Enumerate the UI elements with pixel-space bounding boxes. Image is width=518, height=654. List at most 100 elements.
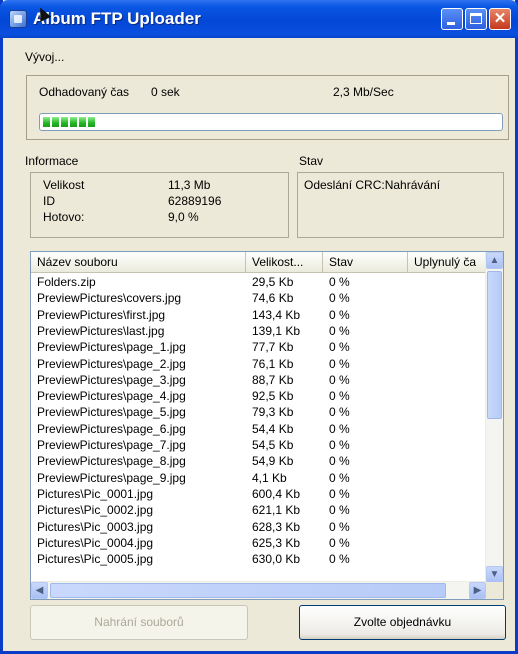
done-label: Hotovo: [43, 210, 85, 224]
cell-status: 0 % [329, 291, 350, 306]
list-item[interactable]: Pictures\Pic_0003.jpg 628,3 Kb 0 % [31, 520, 486, 535]
cell-filename: Folders.zip [37, 275, 96, 289]
cell-status: 0 % [329, 372, 350, 387]
cell-size: 143,4 Kb [252, 307, 301, 322]
cell-size: 88,7 Kb [252, 372, 294, 387]
list-item[interactable]: Pictures\Pic_0002.jpg 621,1 Kb 0 % [31, 503, 486, 518]
cell-size: 4,1 Kb [252, 470, 287, 485]
cell-size: 77,7 Kb [252, 340, 294, 355]
progress-segment [43, 117, 50, 127]
maximize-button[interactable] [465, 8, 487, 30]
cell-filename: Pictures\Pic_0005.jpg [37, 552, 154, 567]
cell-size: 76,1 Kb [252, 356, 294, 371]
progress-segment [52, 117, 59, 127]
arrow-down-icon[interactable]: ▼ [486, 566, 503, 583]
upload-files-button[interactable]: Nahrání souborů [30, 605, 248, 640]
cell-filename: PreviewPictures\page_2.jpg [37, 356, 186, 371]
cell-filename: PreviewPictures\first.jpg [37, 307, 166, 322]
id-value: 62889196 [168, 194, 222, 208]
cell-filename: PreviewPictures\page_7.jpg [37, 438, 186, 452]
window-title: Album FTP Uploader [33, 9, 201, 28]
vertical-scroll-thumb[interactable] [487, 271, 502, 419]
list-item[interactable]: PreviewPictures\covers.jpg 74,6 Kb 0 % [31, 291, 486, 306]
cell-status: 0 % [329, 535, 350, 550]
cell-status: 0 % [329, 356, 350, 371]
cell-size: 600,4 Kb [252, 486, 301, 501]
file-list[interactable]: Název souboru Velikost... Stav Uplynulý … [30, 251, 504, 600]
list-item[interactable]: Pictures\Pic_0005.jpg 630,0 Kb 0 % [31, 552, 486, 567]
size-value: 11,3 Mb [168, 178, 211, 192]
cell-status: 0 % [329, 421, 350, 436]
list-item[interactable]: PreviewPictures\page_5.jpg 79,3 Kb 0 % [31, 405, 486, 420]
cell-filename: Pictures\Pic_0004.jpg [37, 535, 154, 550]
cell-filename: PreviewPictures\last.jpg [37, 323, 165, 338]
cell-size: 74,6 Kb [252, 291, 294, 306]
list-item[interactable]: PreviewPictures\page_4.jpg 92,5 Kb 0 % [31, 389, 486, 404]
cell-status: 0 % [329, 470, 350, 485]
list-item[interactable]: Folders.zip 29,5 Kb 0 % [31, 275, 486, 290]
cell-status: 0 % [329, 438, 350, 452]
cell-filename: PreviewPictures\covers.jpg [37, 291, 182, 306]
list-item[interactable]: PreviewPictures\page_8.jpg 54,9 Kb 0 % [31, 454, 486, 469]
cell-status: 0 % [329, 323, 350, 338]
maximize-icon [470, 13, 482, 24]
list-item[interactable]: PreviewPictures\page_2.jpg 76,1 Kb 0 % [31, 357, 486, 372]
list-item[interactable]: Pictures\Pic_0001.jpg 600,4 Kb 0 % [31, 487, 486, 502]
choose-order-button[interactable]: Zvolte objednávku [299, 605, 506, 640]
cell-status: 0 % [329, 503, 350, 518]
cell-size: 54,4 Kb [252, 421, 294, 436]
progress-segment [61, 117, 68, 127]
list-item[interactable]: Pictures\Pic_0004.jpg 625,3 Kb 0 % [31, 536, 486, 551]
list-item[interactable]: PreviewPictures\page_3.jpg 88,7 Kb 0 % [31, 373, 486, 388]
vertical-scrollbar[interactable]: ▲ ▼ [485, 252, 503, 583]
cell-size: 79,3 Kb [252, 405, 294, 420]
cell-filename: PreviewPictures\page_8.jpg [37, 454, 186, 469]
list-item[interactable]: PreviewPictures\page_9.jpg 4,1 Kb 0 % [31, 471, 486, 486]
cell-size: 628,3 Kb [252, 519, 301, 534]
cell-filename: Pictures\Pic_0002.jpg [37, 503, 154, 518]
upload-progress-bar [39, 113, 503, 131]
column-size[interactable]: Velikost... [246, 252, 323, 272]
list-item[interactable]: PreviewPictures\first.jpg 143,4 Kb 0 % [31, 308, 486, 323]
arrow-up-icon[interactable]: ▲ [486, 252, 503, 269]
title-bar[interactable]: Album FTP Uploader ✕ [0, 0, 518, 38]
cell-status: 0 % [329, 389, 350, 404]
cell-filename: PreviewPictures\page_9.jpg [37, 470, 186, 485]
column-elapsed-time[interactable]: Uplynulý ča [408, 252, 486, 272]
status-text: Odeslání CRC:Nahrávání [304, 178, 441, 192]
status-title: Stav [299, 154, 324, 168]
cell-filename: PreviewPictures\page_4.jpg [37, 389, 186, 404]
horizontal-scrollbar[interactable]: ◀ ▶ [31, 581, 486, 599]
minimize-button[interactable] [441, 8, 463, 30]
app-window: Album FTP Uploader ✕ Vývoj... Odhadovaný… [0, 0, 518, 654]
cell-size: 630,0 Kb [252, 552, 301, 567]
column-status[interactable]: Stav [323, 252, 408, 272]
progress-segment [79, 117, 86, 127]
cell-size: 92,5 Kb [252, 389, 294, 404]
progress-segment [88, 117, 95, 127]
horizontal-scroll-thumb[interactable] [50, 583, 446, 598]
cell-status: 0 % [329, 405, 350, 420]
list-item[interactable]: PreviewPictures\page_7.jpg 54,5 Kb 0 % [31, 438, 486, 453]
arrow-left-icon[interactable]: ◀ [31, 582, 48, 599]
close-button[interactable]: ✕ [489, 8, 511, 30]
column-filename[interactable]: Název souboru [31, 252, 246, 272]
arrow-right-icon[interactable]: ▶ [469, 582, 486, 599]
cell-size: 139,1 Kb [252, 323, 301, 338]
estimated-time-label: Odhadovaný čas [39, 85, 130, 99]
status-panel: Odeslání CRC:Nahrávání [297, 172, 504, 238]
id-label: ID [43, 194, 55, 208]
list-item[interactable]: PreviewPictures\page_1.jpg 77,7 Kb 0 % [31, 340, 486, 355]
progress-segment [70, 117, 77, 127]
list-item[interactable]: PreviewPictures\last.jpg 139,1 Kb 0 % [31, 324, 486, 339]
cell-status: 0 % [329, 454, 350, 469]
album-icon[interactable] [9, 10, 27, 28]
cell-size: 625,3 Kb [252, 535, 301, 550]
list-item[interactable]: PreviewPictures\page_6.jpg 54,4 Kb 0 % [31, 422, 486, 437]
close-icon: ✕ [493, 10, 507, 27]
cell-filename: PreviewPictures\page_6.jpg [37, 421, 186, 436]
estimated-time-value: 0 sek [151, 85, 180, 99]
info-panel: Velikost 11,3 Mb ID 62889196 Hotovo: 9,0… [30, 172, 289, 238]
cell-filename: Pictures\Pic_0001.jpg [37, 486, 154, 501]
cell-size: 54,5 Kb [252, 438, 294, 452]
